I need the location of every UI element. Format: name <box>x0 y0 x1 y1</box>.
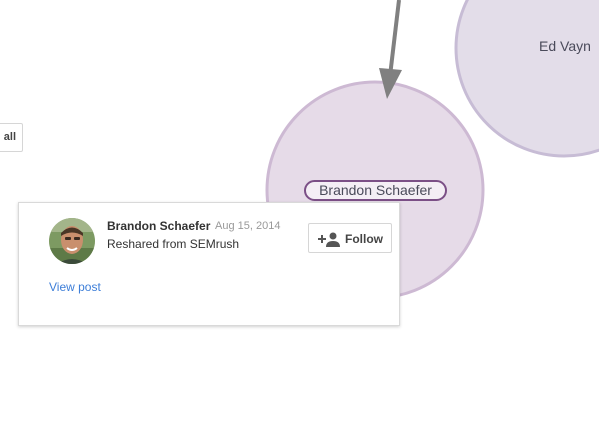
node-label-ed-vayn[interactable]: Ed Vayn <box>520 38 599 54</box>
follow-button[interactable]: Follow <box>308 223 392 253</box>
avatar[interactable] <box>49 218 95 264</box>
follow-label: Follow <box>345 232 383 246</box>
share-info-card: Brandon Schaefer Aug 15, 2014 Reshared f… <box>18 202 400 326</box>
profile-name-link[interactable]: Brandon Schaefer <box>107 219 210 233</box>
post-date: Aug 15, 2014 <box>215 220 281 232</box>
view-all-button[interactable]: all <box>0 123 23 152</box>
ripples-canvas: all Ed Vayn Brandon Schaefer Brandon Sch… <box>0 0 599 421</box>
user-photo-icon <box>49 218 95 264</box>
node-label-brandon-schaefer[interactable]: Brandon Schaefer <box>304 180 447 201</box>
view-all-label: all <box>3 131 16 143</box>
reshare-description: Reshared from SEMrush <box>107 237 240 251</box>
add-person-icon <box>318 232 340 247</box>
node-circle-ed-vayn[interactable] <box>454 0 599 158</box>
view-post-link[interactable]: View post <box>49 280 101 294</box>
